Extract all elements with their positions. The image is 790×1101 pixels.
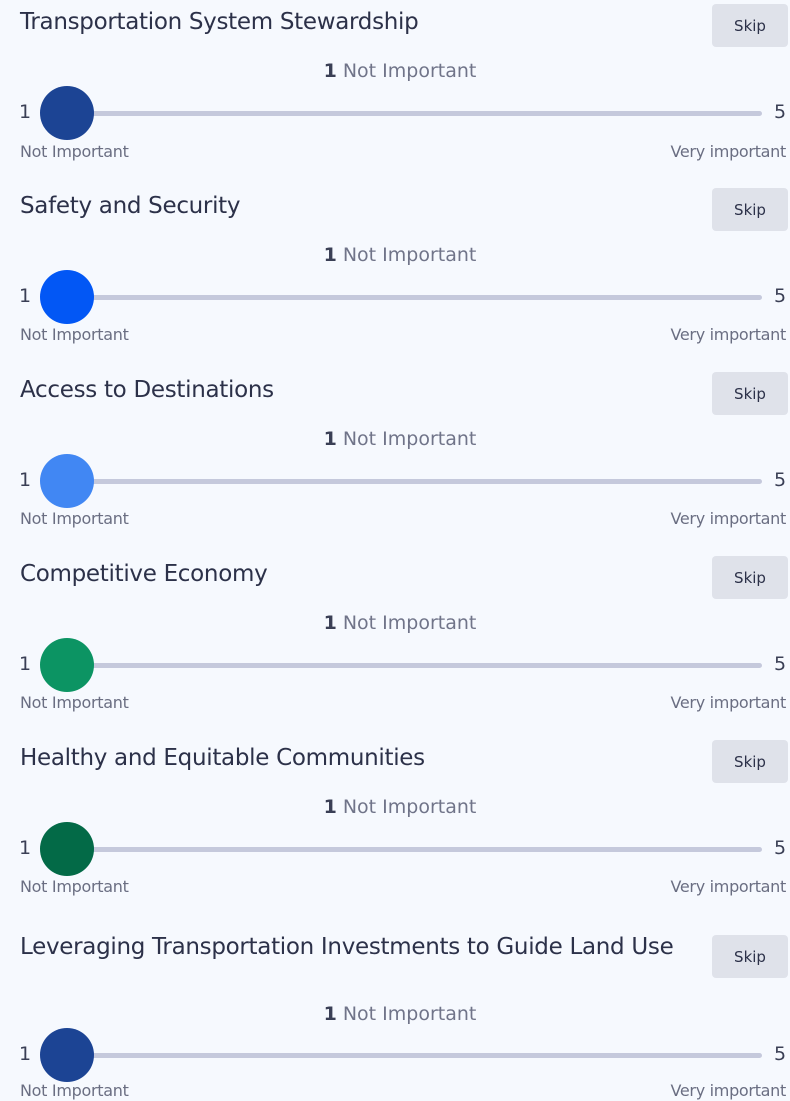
slider-thumb[interactable] xyxy=(40,454,94,508)
current-value-number: 1 xyxy=(323,612,337,634)
slider-max-number: 5 xyxy=(774,837,787,859)
slider-min-number: 1 xyxy=(19,1043,32,1065)
current-value-label: 1 Not Important xyxy=(0,60,790,82)
current-value-number: 1 xyxy=(323,60,337,82)
skip-button[interactable]: Skip xyxy=(712,740,788,783)
scale-min-label: Not Important xyxy=(20,877,129,896)
slider-thumb[interactable] xyxy=(40,270,94,324)
scale-max-label: Very important xyxy=(670,509,786,528)
slider-track[interactable] xyxy=(66,663,762,668)
scale-min-label: Not Important xyxy=(20,142,129,161)
slider-thumb[interactable] xyxy=(40,86,94,140)
slider-max-number: 5 xyxy=(774,1043,787,1065)
slider-max-number: 5 xyxy=(774,101,787,123)
skip-button[interactable]: Skip xyxy=(712,556,788,599)
current-value-number: 1 xyxy=(323,796,337,818)
scale-min-label: Not Important xyxy=(20,1081,129,1100)
question-title: Healthy and Equitable Communities xyxy=(20,745,425,771)
current-value-number: 1 xyxy=(323,1003,337,1025)
current-value-number: 1 xyxy=(323,428,337,450)
current-value-label: 1 Not Important xyxy=(0,1003,790,1025)
current-value-text: Not Important xyxy=(342,60,477,82)
current-value-text: Not Important xyxy=(342,796,477,818)
slider-track[interactable] xyxy=(66,479,762,484)
current-value-text: Not Important xyxy=(342,428,477,450)
slider-thumb[interactable] xyxy=(40,638,94,692)
scale-min-label: Not Important xyxy=(20,509,129,528)
current-value-number: 1 xyxy=(323,244,337,266)
current-value-label: 1 Not Important xyxy=(0,796,790,818)
slider-min-number: 1 xyxy=(19,285,32,307)
current-value-label: 1 Not Important xyxy=(0,612,790,634)
skip-button[interactable]: Skip xyxy=(712,372,788,415)
question-title: Leveraging Transportation Investments to… xyxy=(20,934,674,960)
question-title: Safety and Security xyxy=(20,193,241,219)
slider-track[interactable] xyxy=(66,847,762,852)
slider-track[interactable] xyxy=(66,111,762,116)
scale-max-label: Very important xyxy=(670,1081,786,1100)
current-value-label: 1 Not Important xyxy=(0,428,790,450)
slider-track[interactable] xyxy=(66,295,762,300)
scale-max-label: Very important xyxy=(670,142,786,161)
current-value-text: Not Important xyxy=(342,612,477,634)
skip-button[interactable]: Skip xyxy=(712,4,788,47)
scale-max-label: Very important xyxy=(670,693,786,712)
current-value-label: 1 Not Important xyxy=(0,244,790,266)
current-value-text: Not Important xyxy=(342,244,477,266)
scale-max-label: Very important xyxy=(670,325,786,344)
scale-min-label: Not Important xyxy=(20,325,129,344)
slider-max-number: 5 xyxy=(774,285,787,307)
slider-max-number: 5 xyxy=(774,469,787,491)
slider-thumb[interactable] xyxy=(40,1028,94,1082)
slider-thumb[interactable] xyxy=(40,822,94,876)
question-title: Transportation System Stewardship xyxy=(20,9,419,35)
question-title: Access to Destinations xyxy=(20,377,274,403)
slider-min-number: 1 xyxy=(19,837,32,859)
question-title: Competitive Economy xyxy=(20,561,268,587)
skip-button[interactable]: Skip xyxy=(712,935,788,978)
current-value-text: Not Important xyxy=(342,1003,477,1025)
scale-max-label: Very important xyxy=(670,877,786,896)
skip-button[interactable]: Skip xyxy=(712,188,788,231)
slider-min-number: 1 xyxy=(19,653,32,675)
slider-min-number: 1 xyxy=(19,469,32,491)
slider-track[interactable] xyxy=(66,1053,762,1058)
slider-min-number: 1 xyxy=(19,101,32,123)
scale-min-label: Not Important xyxy=(20,693,129,712)
slider-max-number: 5 xyxy=(774,653,787,675)
